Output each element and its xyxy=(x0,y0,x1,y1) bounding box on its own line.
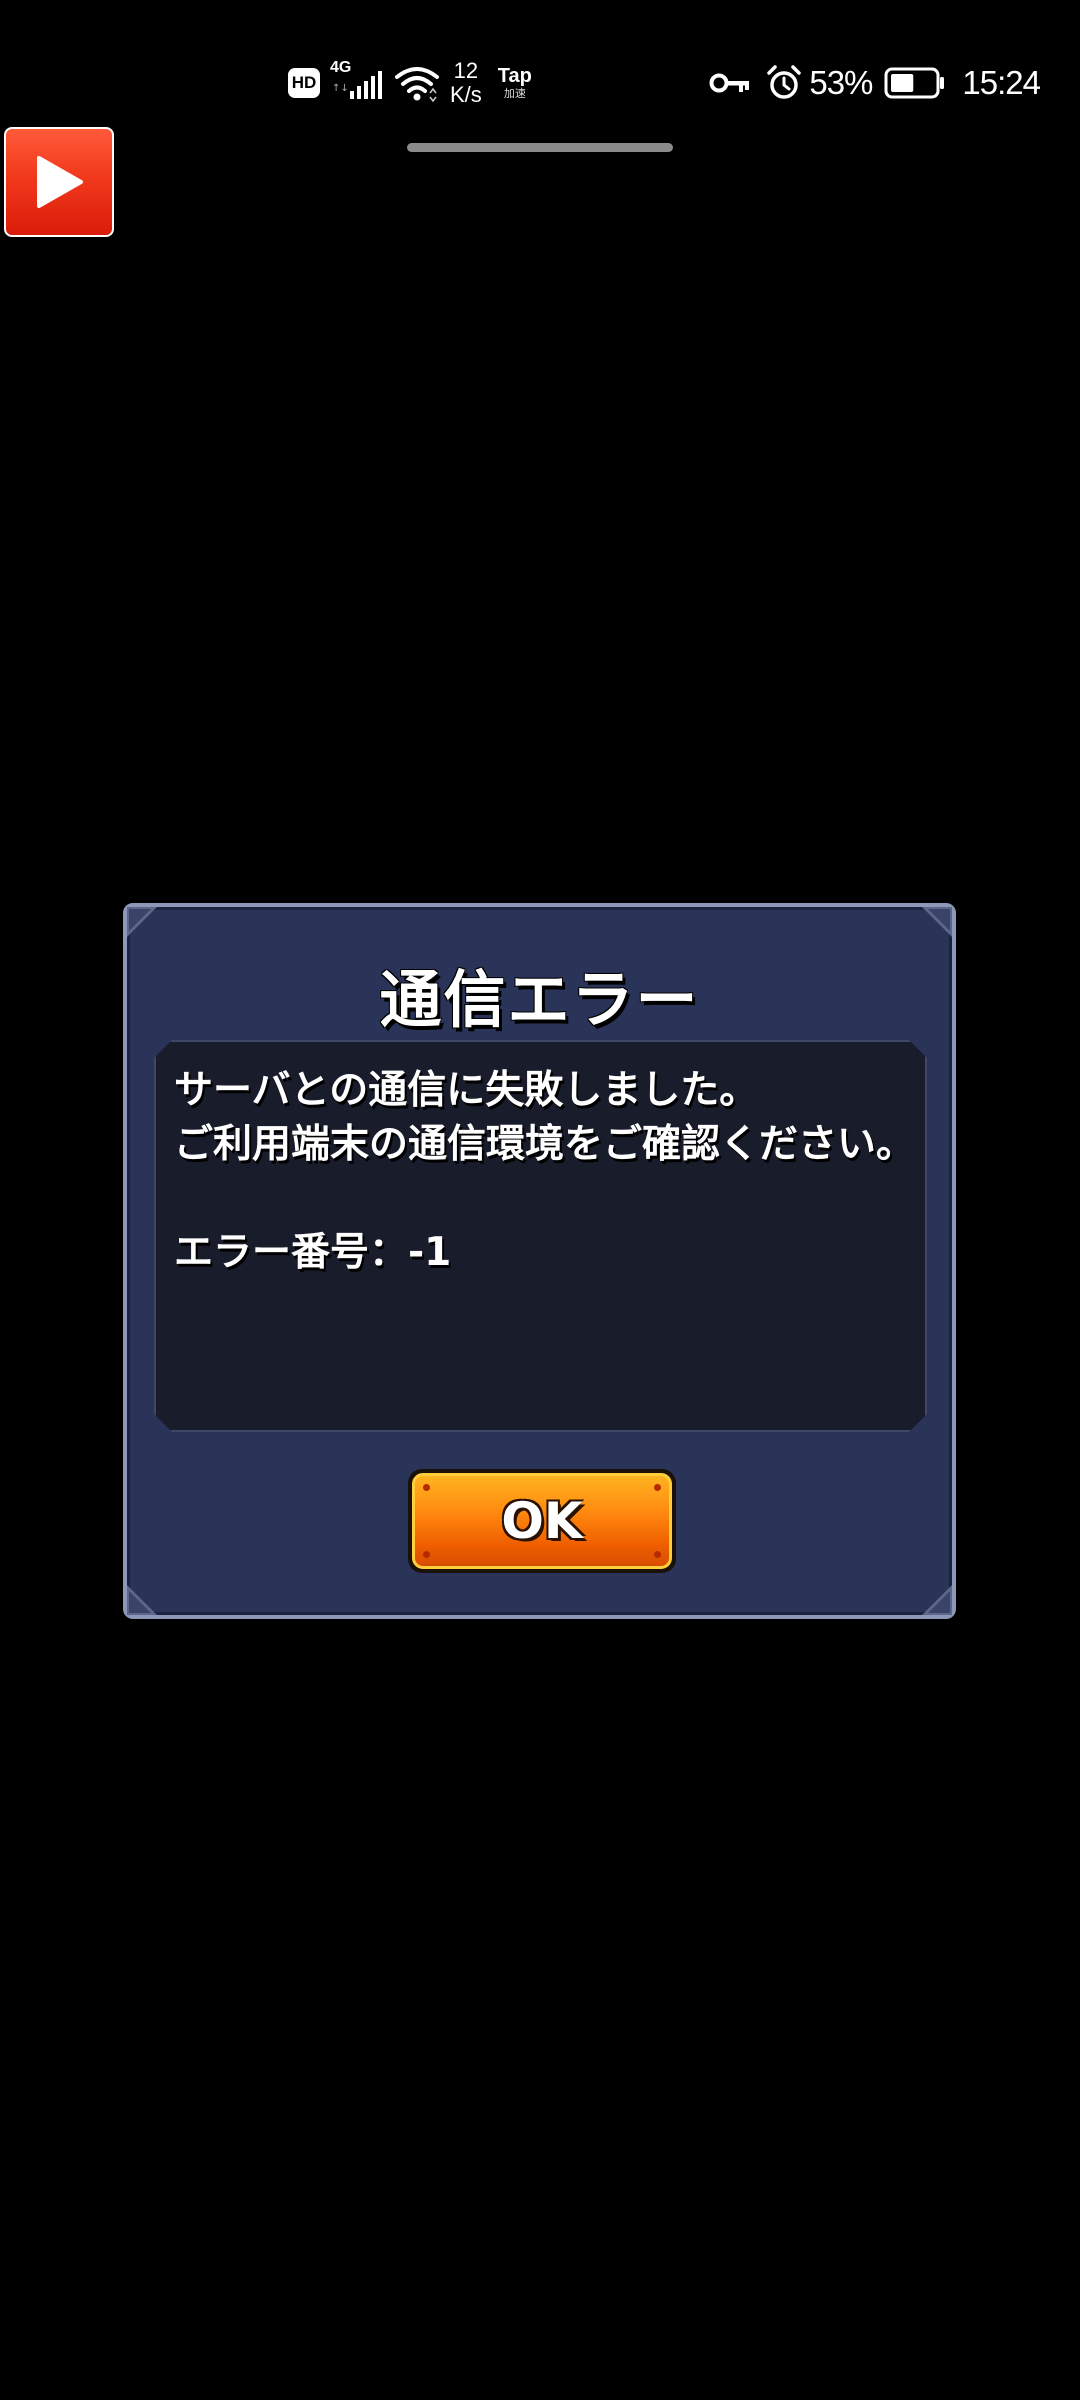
rivet-icon xyxy=(423,1551,430,1558)
data-arrows-icon: ↑↓ xyxy=(332,83,349,94)
screen: HD 4G ↑↓ 12 K/s Tap 加速 53% 15:24 通信エラー サ… xyxy=(0,0,1080,2400)
message-line-2: ご利用端末の通信環境をご確認ください。 xyxy=(174,1122,916,1167)
tap-sub-label: 加速 xyxy=(503,88,526,100)
rivet-icon xyxy=(654,1551,661,1558)
rivet-icon xyxy=(654,1484,661,1491)
vpn-key-icon xyxy=(709,73,750,93)
speed-value: 12 xyxy=(453,58,479,83)
message-box: サーバとの通信に失敗しました。 ご利用端末の通信環境をご確認ください。 エラー番… xyxy=(154,1040,927,1432)
ok-button[interactable]: OK xyxy=(408,1469,676,1573)
battery-icon xyxy=(884,67,945,99)
message-line-1: サーバとの通信に失敗しました。 xyxy=(174,1068,759,1113)
alarm-icon xyxy=(767,65,802,99)
network-type: 4G xyxy=(330,59,352,76)
ok-button-face[interactable]: OK xyxy=(412,1473,672,1569)
corner-ornament-icon xyxy=(922,1585,952,1615)
status-left: HD 4G ↑↓ 12 K/s Tap 加速 xyxy=(288,58,532,108)
hd-badge: HD xyxy=(288,68,320,98)
status-right: 53% 15:24 xyxy=(709,58,1041,108)
cellular-signal: 4G ↑↓ xyxy=(328,59,390,105)
speed-unit: K/s xyxy=(450,82,482,107)
tap-label: Tap xyxy=(497,65,532,87)
corner-ornament-icon xyxy=(127,907,157,937)
dialog-title: 通信エラー xyxy=(379,963,700,1036)
tap-accelerator: Tap 加速 xyxy=(498,65,532,101)
corner-ornament-icon xyxy=(922,907,952,937)
battery-percentage: 53% xyxy=(809,64,873,101)
error-code: エラー番号：-1 xyxy=(174,1230,452,1275)
status-bar: HD 4G ↑↓ 12 K/s Tap 加速 53% 15:24 xyxy=(0,40,1080,120)
error-dialog: 通信エラー サーバとの通信に失敗しました。 ご利用端末の通信環境をご確認ください… xyxy=(123,903,956,1619)
floating-play-button[interactable] xyxy=(4,127,114,237)
network-speed: 12 K/s xyxy=(450,59,482,107)
rivet-icon xyxy=(423,1484,430,1491)
ok-button-label: OK xyxy=(501,1492,583,1550)
notification-handle[interactable] xyxy=(407,143,673,152)
play-icon xyxy=(37,156,83,208)
clock: 15:24 xyxy=(962,64,1041,101)
wifi-icon xyxy=(395,67,439,103)
signal-bars-icon xyxy=(350,71,382,99)
corner-ornament-icon xyxy=(127,1585,157,1615)
